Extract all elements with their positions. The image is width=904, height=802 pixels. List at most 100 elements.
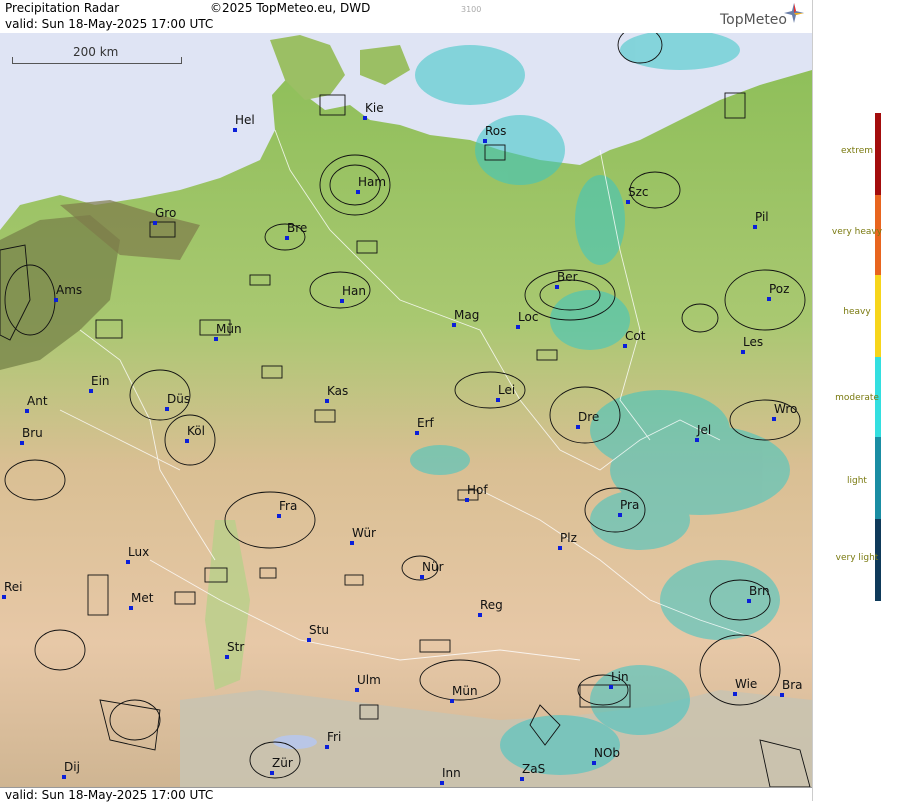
city-marker [153,221,157,225]
city-marker [356,190,360,194]
city-marker [225,655,229,659]
city-marker [465,498,469,502]
city-marker [733,692,737,696]
city-label: NOb [594,746,621,760]
city-label: Str [227,640,245,654]
city-marker [129,606,133,610]
city-marker [355,688,359,692]
city-label: Erf [417,416,434,430]
copyright-text: ©2025 TopMeteo.eu, DWD [210,1,371,15]
topmeteo-logo[interactable]: TopMeteo [720,12,787,28]
city-marker [277,514,281,518]
city-label: Brn [749,584,770,598]
city-label: Nür [422,560,444,574]
city-marker [350,541,354,545]
city-marker [62,775,66,779]
city-label: Hof [467,483,488,497]
city-label: Pra [620,498,640,512]
city-marker [452,323,456,327]
city-label: Kie [365,101,384,115]
city-marker [496,398,500,402]
city-label: Ros [485,124,507,138]
city-label: Ein [91,374,110,388]
city-label: Hel [235,113,255,127]
city-marker [767,297,771,301]
city-marker [623,344,627,348]
city-label: ZaS [522,762,546,776]
city-label: Plz [560,531,577,545]
city-marker [478,613,482,617]
city-label: Mag [454,308,480,322]
city-marker [415,431,419,435]
city-marker [609,685,613,689]
city-label: Ham [358,175,387,189]
city-marker [558,546,562,550]
city-marker [626,200,630,204]
city-label: Szc [628,185,649,199]
city-marker [340,299,344,303]
city-label: Ber [557,270,578,284]
city-marker [20,441,24,445]
scale-label: 200 km [73,45,119,59]
city-marker [325,745,329,749]
legend-label-extrem: extrem [840,146,874,156]
city-label: Lei [498,383,516,397]
city-marker [325,399,329,403]
legend-label-moderate: moderate [835,393,879,403]
city-label: Ant [27,394,48,408]
city-label: Han [342,284,366,298]
compass-star-icon [784,3,804,23]
city-marker [126,560,130,564]
city-label: Mün [216,322,242,336]
map-header: Precipitation Radar ©2025 TopMeteo.eu, D… [0,0,812,34]
city-label: Rei [4,580,23,594]
city-label: Zür [272,756,293,770]
city-label: Bre [287,221,308,235]
radar-map[interactable]: 200 km Hel Kie Ros Ham Szc Gro Bre Pil Ams Ber Han… [0,33,812,787]
city-marker [483,139,487,143]
city-marker [753,225,757,229]
city-marker [307,638,311,642]
city-label: Met [131,591,154,605]
map-code: 3100 [461,5,482,14]
legend-label-very-heavy: very heavy [831,227,883,237]
city-label: Köl [187,424,205,438]
city-label: Loc [518,310,539,324]
city-marker [233,128,237,132]
city-marker [516,325,520,329]
city-label: Gro [155,206,177,220]
city-marker [363,116,367,120]
legend-label-very-light: very light [835,553,879,563]
city-marker [592,761,596,765]
city-label: Dre [578,410,600,424]
valid-time-bottom: valid: Sun 18-May-2025 17:00 UTC [5,788,214,802]
city-label: Lux [128,545,150,559]
city-marker [450,699,454,703]
city-marker [695,438,699,442]
city-marker [185,439,189,443]
city-marker [618,513,622,517]
city-marker [285,236,289,240]
city-marker [772,417,776,421]
city-label: Ulm [357,673,381,687]
valid-time-top: valid: Sun 18-May-2025 17:00 UTC [5,17,214,31]
map-title: Precipitation Radar [5,1,120,15]
city-label: Mün [452,684,478,698]
city-label: Pil [755,210,769,224]
city-marker [25,409,29,413]
city-marker [270,771,274,775]
map-footer: valid: Sun 18-May-2025 17:00 UTC [0,787,812,802]
city-label: Wie [735,677,758,691]
city-marker [440,781,444,785]
city-label: Stu [309,623,329,637]
city-marker [420,575,424,579]
city-label: Bru [22,426,43,440]
city-marker [741,350,745,354]
legend-label-heavy: heavy [843,307,871,317]
city-label: Inn [442,766,461,780]
city-label: Cot [625,329,646,343]
city-label: Dij [64,760,80,774]
city-marker [89,389,93,393]
city-label: Wro [774,402,798,416]
city-label: Kas [327,384,349,398]
